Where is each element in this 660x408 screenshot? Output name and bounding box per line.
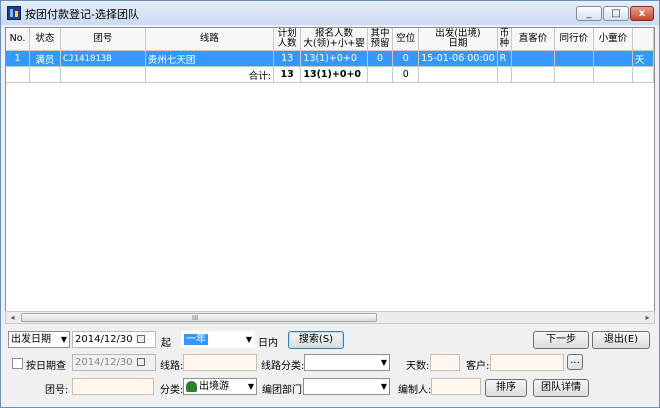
route-input[interactable] — [183, 354, 257, 371]
scroll-left-icon[interactable]: ◂ — [6, 312, 19, 323]
calendar-icon[interactable] — [137, 358, 145, 366]
col-depart-date[interactable]: 出发(出境) 日期 — [418, 28, 498, 51]
cell-reserved: 0 — [367, 50, 394, 67]
compiler-input[interactable] — [431, 378, 481, 395]
col-status[interactable]: 状态 — [29, 28, 61, 51]
cell-registered: 13(1)+0+0 — [300, 50, 368, 67]
route-label: 线路: — [160, 361, 184, 372]
chevron-down-icon: ▼ — [247, 382, 254, 391]
chevron-down-icon: ▼ — [380, 382, 387, 391]
totals-planned: 13 — [273, 66, 302, 83]
group-detail-button[interactable]: 团队详情 — [533, 379, 589, 397]
window-title: 按团付款登记-选择团队 — [25, 8, 139, 21]
totals-row: 合计: 13 13(1)+0+0 0 — [6, 66, 654, 83]
col-no[interactable]: No. — [6, 28, 30, 51]
window: 按团付款登记-选择团队 _ □ x No. 状态 团号 线路 计划 人数 报名人… — [0, 0, 660, 408]
date-type-select[interactable]: 出发日期 ▼ — [8, 331, 70, 348]
route-category-label: 线路分类: — [261, 361, 305, 372]
next-button[interactable]: 下一步 — [533, 331, 589, 349]
exit-button[interactable]: 退出(E) — [592, 331, 650, 349]
totals-label: 合计: — [145, 66, 274, 83]
chevron-down-icon: ▼ — [380, 358, 387, 367]
table-row[interactable]: 1 满员 CJ141013B 贵州七天团 13 13(1)+0+0 0 0 15… — [6, 50, 654, 67]
scroll-grip-icon: III — [192, 314, 199, 322]
scroll-right-icon[interactable]: ▸ — [641, 312, 654, 323]
chevron-down-icon: ▼ — [245, 335, 252, 344]
date-type-value: 出发日期 — [11, 334, 51, 345]
tree-icon — [186, 380, 197, 392]
close-button[interactable]: x — [630, 6, 654, 21]
sort-button[interactable]: 排序 — [485, 379, 527, 397]
cell-vacancy: 0 — [392, 50, 420, 67]
cell-extra: 天 — [632, 50, 654, 67]
range-value: 一年 — [184, 334, 208, 345]
route-category-select[interactable]: ▼ — [304, 354, 390, 371]
start-date-value: 2014/12/30 — [75, 334, 133, 345]
cell-currency: R — [497, 50, 513, 67]
minimize-button[interactable]: _ — [576, 6, 602, 21]
search-button[interactable]: 搜索(S) — [288, 331, 344, 349]
cell-route: 贵州七天团 — [145, 50, 274, 67]
category-select[interactable]: 出境游 ▼ — [183, 378, 257, 395]
cell-depart: 15-01-06 00:00 — [418, 50, 498, 67]
col-child-price[interactable]: 小童价 — [593, 28, 633, 51]
within-label: 日内 — [258, 338, 278, 349]
col-peer-price[interactable]: 同行价 — [554, 28, 594, 51]
category-label: 分类: — [160, 385, 184, 396]
group-table: No. 状态 团号 线路 计划 人数 报名人数 大(领)+小+婴 其中 预留 空… — [6, 28, 654, 83]
days-label: 天数: — [406, 361, 430, 372]
table-header: No. 状态 团号 线路 计划 人数 报名人数 大(领)+小+婴 其中 预留 空… — [6, 28, 654, 51]
cell-group-no: CJ141013B — [60, 50, 146, 67]
days-input[interactable] — [430, 354, 460, 371]
start-label: 起 — [161, 338, 171, 349]
col-extra[interactable] — [632, 28, 654, 51]
cell-direct-price — [511, 50, 555, 67]
col-vacancy[interactable]: 空位 — [392, 28, 420, 51]
col-registered[interactable]: 报名人数 大(领)+小+婴 — [300, 28, 368, 51]
dept-label: 编团部门: — [262, 385, 306, 396]
col-route[interactable]: 线路 — [145, 28, 274, 51]
cell-no: 1 — [6, 50, 30, 67]
group-no-label: 团号: — [45, 385, 69, 396]
client-label: 客户: — [466, 361, 490, 372]
cell-status: 满员 — [29, 50, 61, 67]
start-date-input[interactable]: 2014/12/30 — [72, 331, 156, 348]
app-icon — [7, 6, 21, 20]
col-direct-price[interactable]: 直客价 — [511, 28, 555, 51]
cell-child-price — [593, 50, 633, 67]
col-group-no[interactable]: 团号 — [60, 28, 146, 51]
group-grid[interactable]: No. 状态 团号 线路 计划 人数 报名人数 大(领)+小+婴 其中 预留 空… — [5, 27, 655, 321]
range-select[interactable]: 一年 ▼ — [181, 331, 255, 348]
group-no-input[interactable] — [72, 378, 154, 395]
by-date-checkbox[interactable] — [12, 358, 23, 369]
cell-planned: 13 — [273, 50, 302, 67]
col-planned[interactable]: 计划 人数 — [273, 28, 302, 51]
maximize-button[interactable]: □ — [603, 6, 629, 21]
cell-peer-price — [554, 50, 594, 67]
chevron-down-icon: ▼ — [60, 335, 67, 344]
col-currency[interactable]: 币 种 — [497, 28, 513, 51]
client-input[interactable] — [490, 354, 564, 371]
by-date-value: 2014/12/30 — [75, 357, 133, 368]
totals-vacancy: 0 — [392, 66, 420, 83]
scroll-thumb[interactable]: III — [21, 313, 377, 322]
horizontal-scrollbar[interactable]: ◂ III ▸ — [5, 311, 655, 324]
totals-registered: 13(1)+0+0 — [300, 66, 368, 83]
by-date-input[interactable]: 2014/12/30 — [72, 354, 156, 371]
category-value: 出境游 — [199, 381, 229, 392]
compiler-label: 编制人: — [398, 385, 432, 396]
col-reserved[interactable]: 其中 预留 — [367, 28, 394, 51]
calendar-icon[interactable] — [137, 335, 145, 343]
dept-select[interactable]: ▼ — [303, 378, 390, 395]
client-browse-button[interactable]: ... — [567, 354, 583, 370]
title-bar[interactable]: 按团付款登记-选择团队 _ □ x — [1, 1, 659, 25]
by-date-label: 按日期查 — [26, 361, 66, 372]
